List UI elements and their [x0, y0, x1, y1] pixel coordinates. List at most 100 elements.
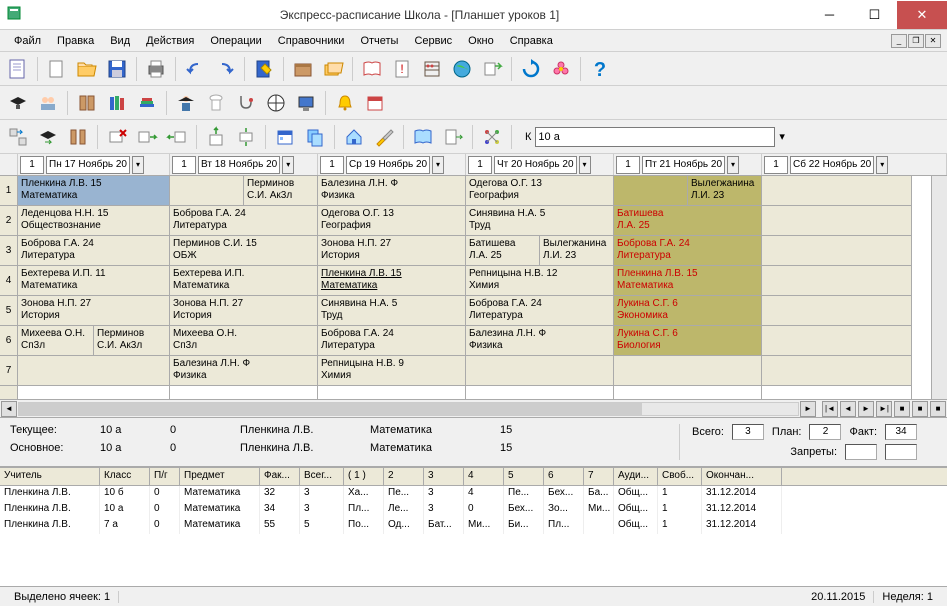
day-drop-3[interactable]: ▾: [579, 156, 591, 174]
edit-icon[interactable]: [250, 55, 278, 83]
class-combo-dropdown[interactable]: ▾: [779, 130, 785, 143]
day-spin-5[interactable]: [764, 156, 788, 174]
teacher-icon[interactable]: [172, 89, 200, 117]
delete-cell-icon[interactable]: [103, 123, 131, 151]
home-icon[interactable]: [340, 123, 368, 151]
table-row[interactable]: Пленкина Л.В.10 б0Математика323Ха...Пе..…: [0, 486, 947, 502]
lesson-cell[interactable]: [762, 356, 911, 386]
table-header[interactable]: Всег...: [300, 468, 344, 485]
menu-references[interactable]: Справочники: [270, 33, 353, 49]
lesson-cell[interactable]: Балезина Л.Н. ФФизика: [318, 176, 465, 206]
doors-icon[interactable]: [73, 89, 101, 117]
nav-next[interactable]: ►: [858, 401, 874, 417]
scroll-right[interactable]: ►: [800, 401, 816, 417]
network-icon[interactable]: [478, 123, 506, 151]
day-date-0[interactable]: Пн 17 Ноябрь 20: [46, 156, 130, 174]
book-icon[interactable]: [358, 55, 386, 83]
nav-stop2[interactable]: ■: [912, 401, 928, 417]
mdi-close[interactable]: ✕: [925, 34, 941, 48]
stethoscope-icon[interactable]: [232, 89, 260, 117]
table-header[interactable]: ( 1 ): [344, 468, 384, 485]
table-header[interactable]: 3: [424, 468, 464, 485]
day-date-4[interactable]: Пт 21 Ноябрь 20: [642, 156, 725, 174]
menu-file[interactable]: Файл: [6, 33, 49, 49]
lesson-cell[interactable]: [762, 266, 911, 296]
new-icon[interactable]: [43, 55, 71, 83]
lesson-cell[interactable]: Бехтерева И.П.Математика: [170, 266, 317, 296]
lesson-cell[interactable]: Синявина Н.А. 5Труд: [318, 296, 465, 326]
refresh-icon[interactable]: [517, 55, 545, 83]
lesson-cell[interactable]: Репницына Н.В. 12Химия: [466, 266, 613, 296]
lesson-cell[interactable]: ВылегжанинаЛ.И. 23: [614, 176, 761, 206]
class-combo[interactable]: [535, 127, 775, 147]
books-icon[interactable]: [103, 89, 131, 117]
lesson-cell[interactable]: Балезина Л.Н. ФФизика: [466, 326, 613, 356]
lesson-cell[interactable]: Михеева О.Н.Сп3л: [170, 326, 317, 356]
day-spin-0[interactable]: [20, 156, 44, 174]
calendar-icon[interactable]: [361, 89, 389, 117]
lesson-cell[interactable]: Зонова Н.П. 27История: [318, 236, 465, 266]
lesson-cell[interactable]: [466, 356, 613, 386]
day-drop-4[interactable]: ▾: [727, 156, 739, 174]
lesson-cell[interactable]: Одегова О.Г. 13География: [318, 206, 465, 236]
undo-icon[interactable]: [181, 55, 209, 83]
lesson-cell[interactable]: ПерминовС.И. Ак3л: [170, 176, 317, 206]
lesson-cell[interactable]: Пленкина Л.В. 15Математика: [18, 176, 169, 206]
menu-reports[interactable]: Отчеты: [352, 33, 406, 49]
table-header[interactable]: Своб...: [658, 468, 702, 485]
move-lesson-icon[interactable]: [34, 123, 62, 151]
nav-first[interactable]: |◄: [822, 401, 838, 417]
prev-cell-icon[interactable]: [163, 123, 191, 151]
table-header[interactable]: Предмет: [180, 468, 260, 485]
open-icon[interactable]: [73, 55, 101, 83]
day-spin-3[interactable]: [468, 156, 492, 174]
table-header[interactable]: Класс: [100, 468, 150, 485]
scroll-left[interactable]: ◄: [1, 401, 17, 417]
table-header[interactable]: 4: [464, 468, 504, 485]
lesson-cell[interactable]: [614, 356, 761, 386]
lesson-cell[interactable]: [762, 176, 911, 206]
day-drop-0[interactable]: ▾: [132, 156, 144, 174]
table-header[interactable]: Окончан...: [702, 468, 782, 485]
mdi-restore[interactable]: ❐: [908, 34, 924, 48]
print-icon[interactable]: [142, 55, 170, 83]
day-date-5[interactable]: Сб 22 Ноябрь 20: [790, 156, 874, 174]
people-icon[interactable]: [34, 89, 62, 117]
monitor-icon[interactable]: [292, 89, 320, 117]
menu-edit[interactable]: Правка: [49, 33, 102, 49]
nav-stop[interactable]: ■: [894, 401, 910, 417]
door-swap-icon[interactable]: [64, 123, 92, 151]
menu-service[interactable]: Сервис: [406, 33, 460, 49]
menu-actions[interactable]: Действия: [138, 33, 202, 49]
lesson-cell[interactable]: Перминов С.И. 15ОБЖ: [170, 236, 317, 266]
lesson-cell[interactable]: БатишеваЛ.А. 25: [614, 206, 761, 236]
table-header[interactable]: Учитель: [0, 468, 100, 485]
lesson-cell[interactable]: Лукина С.Г. 6Биология: [614, 326, 761, 356]
nav-prev[interactable]: ◄: [840, 401, 856, 417]
day-date-1[interactable]: Вт 18 Ноябрь 20: [198, 156, 280, 174]
page-go-icon[interactable]: [439, 123, 467, 151]
day-drop-5[interactable]: ▾: [876, 156, 888, 174]
menu-window[interactable]: Окно: [460, 33, 502, 49]
alert-doc-icon[interactable]: !: [388, 55, 416, 83]
lesson-cell[interactable]: Лукина С.Г. 6Экономика: [614, 296, 761, 326]
lesson-cell[interactable]: [762, 326, 911, 356]
bell-icon[interactable]: [331, 89, 359, 117]
lesson-cell[interactable]: Пленкина Л.В. 15Математика: [318, 266, 465, 296]
lesson-cell[interactable]: Михеева О.Н.Сп3лПерминовС.И. Ак3л: [18, 326, 169, 356]
lesson-cell[interactable]: Боброва Г.А. 24Литература: [318, 326, 465, 356]
lesson-cell[interactable]: [18, 356, 169, 386]
notes-icon[interactable]: [4, 55, 32, 83]
save-icon[interactable]: [103, 55, 131, 83]
table-header[interactable]: 6: [544, 468, 584, 485]
tools-icon[interactable]: [370, 123, 398, 151]
globe-icon[interactable]: [448, 55, 476, 83]
table-header[interactable]: Ауди...: [614, 468, 658, 485]
lesson-cell[interactable]: Пленкина Л.В. 15Математика: [614, 266, 761, 296]
copy-icon[interactable]: [301, 123, 329, 151]
minimize-button[interactable]: ─: [807, 1, 852, 29]
table-header[interactable]: 7: [584, 468, 614, 485]
lesson-cell[interactable]: Зонова Н.П. 27История: [18, 296, 169, 326]
table-header[interactable]: П/г: [150, 468, 180, 485]
day-drop-2[interactable]: ▾: [432, 156, 444, 174]
